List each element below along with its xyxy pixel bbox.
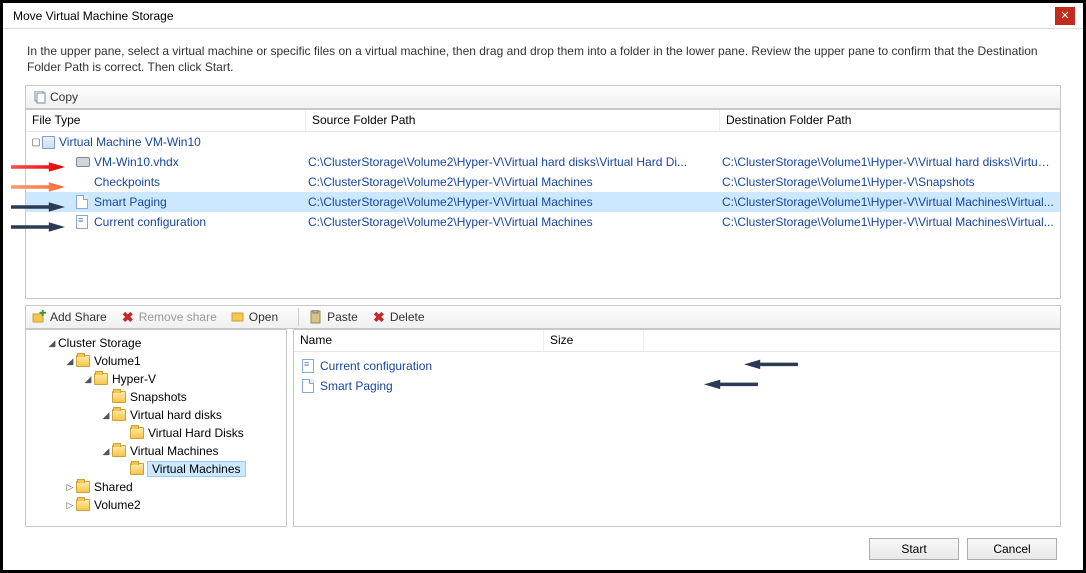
collapse-icon[interactable]: ▢	[30, 137, 42, 148]
dialog-window: Move Virtual Machine Storage ✕ In the up…	[0, 0, 1086, 573]
row-dst: C:\ClusterStorage\Volume1\Hyper-V\Virtua…	[720, 155, 1060, 169]
lower-area: ◢Cluster Storage ◢Volume1 ◢Hyper-V Snaps…	[25, 329, 1061, 527]
vm-parent-row[interactable]: ▢ Virtual Machine VM-Win10	[26, 132, 1060, 152]
tree-shared[interactable]: ▷Shared	[28, 478, 284, 496]
row-src: C:\ClusterStorage\Volume2\Hyper-V\Virtua…	[306, 175, 720, 189]
config-icon	[302, 359, 314, 373]
file-list-pane: Name Size Current configuration Smart Pa…	[293, 329, 1061, 527]
disk-icon	[76, 157, 90, 167]
folder-icon	[130, 463, 144, 475]
copy-icon	[32, 90, 46, 104]
folder-icon	[112, 409, 126, 421]
vm-icon	[42, 136, 55, 149]
remove-share-icon: ✖	[121, 309, 135, 326]
folder-icon	[76, 355, 90, 367]
add-share-icon: ✚	[32, 310, 46, 324]
instruction-text: In the upper pane, select a virtual mach…	[3, 29, 1083, 85]
tree-vms-child[interactable]: Virtual Machines	[28, 460, 284, 478]
folder-tree[interactable]: ◢Cluster Storage ◢Volume1 ◢Hyper-V Snaps…	[25, 329, 287, 527]
row-dst: C:\ClusterStorage\Volume1\Hyper-V\Virtua…	[720, 215, 1060, 229]
folder-icon	[94, 373, 108, 385]
row-ft: Smart Paging	[94, 195, 167, 209]
tree-volume1[interactable]: ◢Volume1	[28, 352, 284, 370]
col-name[interactable]: Name	[294, 330, 544, 351]
folder-icon	[112, 391, 126, 403]
config-icon	[76, 215, 88, 229]
copy-button[interactable]: Copy	[50, 90, 78, 104]
tree-snapshots[interactable]: Snapshots	[28, 388, 284, 406]
window-title: Move Virtual Machine Storage	[13, 9, 1055, 23]
folder-icon	[130, 427, 144, 439]
list-item[interactable]: Current configuration	[294, 356, 1060, 376]
upper-toolbar: Copy	[25, 85, 1061, 109]
file-icon	[76, 195, 88, 209]
row-ft: VM-Win10.vhdx	[94, 155, 179, 169]
dialog-buttons: Start Cancel	[869, 538, 1057, 560]
close-button[interactable]: ✕	[1055, 7, 1075, 25]
row-dst: C:\ClusterStorage\Volume1\Hyper-V\Virtua…	[720, 195, 1060, 209]
folder-icon	[76, 499, 90, 511]
upper-rows: ▢ Virtual Machine VM-Win10 VM-Win10.vhdx…	[26, 132, 1060, 232]
tree-hyperv[interactable]: ◢Hyper-V	[28, 370, 284, 388]
annotation-arrow-4	[11, 221, 65, 233]
open-button[interactable]: Open	[249, 310, 278, 324]
col-size[interactable]: Size	[544, 330, 644, 351]
row-smart-paging[interactable]: Smart Paging C:\ClusterStorage\Volume2\H…	[26, 192, 1060, 212]
paste-icon	[309, 310, 323, 324]
cancel-button[interactable]: Cancel	[967, 538, 1057, 560]
delete-button[interactable]: Delete	[390, 310, 425, 324]
list-rows: Current configuration Smart Paging	[294, 352, 1060, 526]
svg-text:✚: ✚	[39, 310, 46, 318]
folder-icon	[112, 445, 126, 457]
annotation-arrow-1	[11, 161, 65, 173]
annotation-arrow-6	[704, 378, 758, 390]
row-src: C:\ClusterStorage\Volume2\Hyper-V\Virtua…	[306, 195, 720, 209]
annotation-arrow-2	[11, 181, 65, 193]
upper-column-headers: File Type Source Folder Path Destination…	[26, 110, 1060, 132]
remove-share-button[interactable]: Remove share	[139, 310, 217, 324]
col-destination[interactable]: Destination Folder Path	[720, 110, 1060, 131]
annotation-arrow-5	[744, 358, 798, 370]
toolbar-separator	[298, 308, 299, 326]
list-column-headers: Name Size	[294, 330, 1060, 352]
row-checkpoints[interactable]: Checkpoints C:\ClusterStorage\Volume2\Hy…	[26, 172, 1060, 192]
titlebar: Move Virtual Machine Storage ✕	[3, 3, 1083, 29]
annotation-arrow-3	[11, 201, 65, 213]
start-button[interactable]: Start	[869, 538, 959, 560]
row-ft: Current configuration	[94, 215, 206, 229]
row-current-config[interactable]: Current configuration C:\ClusterStorage\…	[26, 212, 1060, 232]
folder-icon	[76, 481, 90, 493]
file-icon	[302, 379, 314, 393]
open-icon	[231, 310, 245, 324]
tree-vms[interactable]: ◢Virtual Machines	[28, 442, 284, 460]
row-ft: Checkpoints	[94, 175, 160, 189]
upper-pane: File Type Source Folder Path Destination…	[25, 109, 1061, 299]
tree-volume2[interactable]: ▷Volume2	[28, 496, 284, 514]
tree-root[interactable]: ◢Cluster Storage	[28, 334, 284, 352]
paste-button[interactable]: Paste	[327, 310, 358, 324]
col-source[interactable]: Source Folder Path	[306, 110, 720, 131]
row-dst: C:\ClusterStorage\Volume1\Hyper-V\Snapsh…	[720, 175, 1060, 189]
row-src: C:\ClusterStorage\Volume2\Hyper-V\Virtua…	[306, 215, 720, 229]
col-file-type[interactable]: File Type	[26, 110, 306, 131]
row-vhdx[interactable]: VM-Win10.vhdx C:\ClusterStorage\Volume2\…	[26, 152, 1060, 172]
tree-vhd-child[interactable]: Virtual Hard Disks	[28, 424, 284, 442]
vm-label: Virtual Machine VM-Win10	[59, 135, 201, 149]
add-share-button[interactable]: Add Share	[50, 310, 107, 324]
row-src: C:\ClusterStorage\Volume2\Hyper-V\Virtua…	[306, 155, 720, 169]
tree-vhd[interactable]: ◢Virtual hard disks	[28, 406, 284, 424]
lower-toolbar: ✚ Add Share ✖ Remove share Open Paste ✖ …	[25, 305, 1061, 329]
list-item[interactable]: Smart Paging	[294, 376, 1060, 396]
delete-icon: ✖	[372, 309, 386, 326]
